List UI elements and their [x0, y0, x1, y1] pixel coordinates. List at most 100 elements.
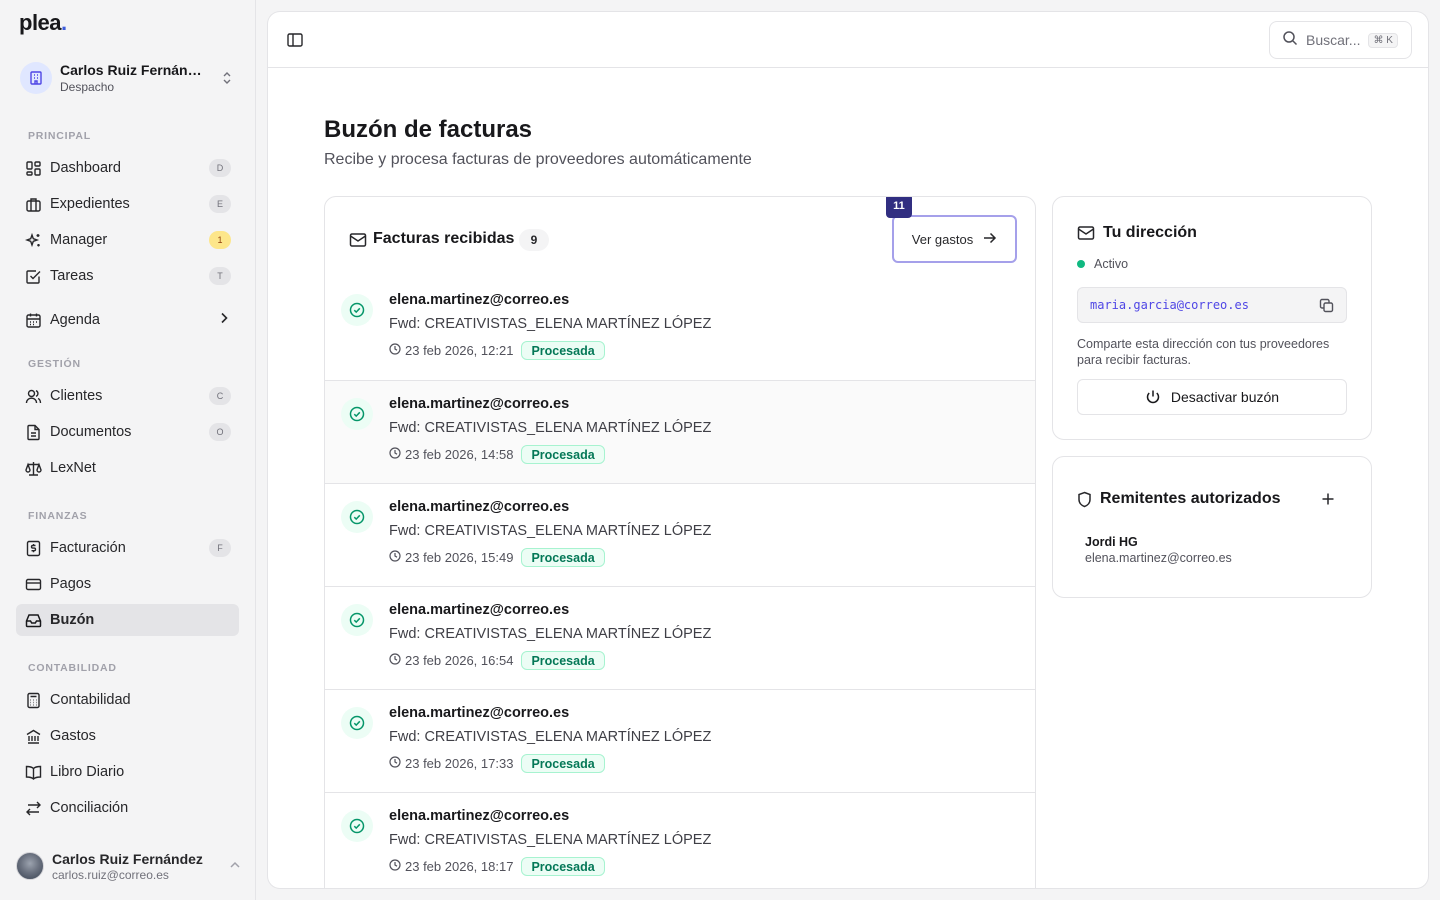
senders-title-text: Remitentes autorizados	[1100, 490, 1281, 507]
calendar-icon	[24, 311, 42, 329]
user-menu[interactable]: Carlos Ruiz Fernández carlos.ruiz@correo…	[16, 848, 241, 884]
deactivate-inbox-button[interactable]: Desactivar buzón	[1077, 379, 1347, 415]
invoice-meta: 23 feb 2026, 17:33 Procesada	[389, 754, 605, 773]
invoice-date: 23 feb 2026, 12:21	[405, 343, 514, 358]
add-sender-icon[interactable]	[1321, 492, 1335, 511]
brand-name: plea	[19, 10, 62, 35]
sender-item: Jordi HG elena.martinez@correo.es	[1085, 535, 1232, 565]
scale-icon	[24, 459, 42, 477]
invoice-subject: Fwd: CREATIVISTAS_ELENA MARTÍNEZ LÓPEZ	[389, 832, 712, 848]
sidebar-item-clientes[interactable]: Clientes C	[16, 380, 239, 412]
sidebar-item-manager[interactable]: Manager 1	[16, 224, 239, 256]
sidebar-item-label: Expedientes	[50, 196, 130, 212]
search-placeholder: Buscar...	[1306, 32, 1361, 48]
invoice-row[interactable]: elena.martinez@correo.es Fwd: CREATIVISTA…	[325, 483, 1035, 586]
inbox-address-field[interactable]: maria.garcia@correo.es	[1077, 287, 1347, 323]
sidebar-item-label: Contabilidad	[50, 692, 131, 708]
mail-icon	[1077, 226, 1095, 240]
invoice-sender: elena.martinez@correo.es	[389, 292, 570, 308]
calculator-icon	[24, 691, 42, 709]
ver-gastos-button[interactable]: Ver gastos	[892, 215, 1017, 263]
invoice-date: 23 feb 2026, 18:17	[405, 859, 514, 874]
sidebar-item-dashboard[interactable]: Dashboard D	[16, 152, 239, 184]
invoice-sender: elena.martinez@correo.es	[389, 808, 570, 824]
address-card: Tu dirección Activo maria.garcia@correo.…	[1052, 196, 1372, 440]
address-title: Tu dirección	[1077, 224, 1197, 242]
shield-icon	[1078, 491, 1091, 507]
check-circle-icon	[341, 501, 373, 533]
check-square-icon	[24, 267, 42, 285]
clock-icon	[389, 550, 401, 565]
user-email: carlos.ruiz@correo.es	[52, 867, 169, 882]
clock-icon	[389, 756, 401, 771]
invoice-row[interactable]: elena.martinez@correo.es Fwd: CREATIVISTA…	[325, 586, 1035, 689]
sidebar-item-label: Pagos	[50, 576, 92, 592]
status-badge: Procesada	[521, 341, 605, 360]
sidebar-item-tareas[interactable]: Tareas T	[16, 260, 239, 292]
search-shortcut: ⌘ K	[1368, 32, 1398, 48]
sidebar-item-label: Dashboard	[50, 160, 121, 176]
invoice-row[interactable]: elena.martinez@correo.es Fwd: CREATIVISTA…	[325, 380, 1035, 483]
step-badge: 11	[886, 197, 912, 218]
invoice-meta: 23 feb 2026, 14:58 Procesada	[389, 445, 605, 464]
check-circle-icon	[341, 707, 373, 739]
address-status-text: Activo	[1094, 257, 1129, 271]
invoice-row[interactable]: elena.martinez@correo.es Fwd: CREATIVISTA…	[325, 689, 1035, 792]
check-circle-icon	[341, 294, 373, 326]
clock-icon	[389, 343, 401, 358]
section-finanzas: FINANZAS	[28, 510, 88, 522]
sidebar-toggle-icon[interactable]	[286, 31, 304, 49]
layout-dashboard-icon	[24, 159, 42, 177]
check-circle-icon	[341, 398, 373, 430]
invoices-title: Facturas recibidas	[373, 230, 515, 247]
shortcut-badge: E	[209, 195, 231, 213]
sidebar-item-facturacion[interactable]: Facturación F	[16, 532, 239, 564]
invoice-subject: Fwd: CREATIVISTAS_ELENA MARTÍNEZ LÓPEZ	[389, 420, 712, 436]
search-input[interactable]: Buscar... ⌘ K	[1269, 21, 1412, 59]
org-role: Despacho	[60, 80, 115, 94]
credit-card-icon	[24, 575, 42, 593]
sidebar-item-label: LexNet	[50, 460, 96, 476]
address-help-text: Comparte esta dirección con tus proveedo…	[1077, 337, 1330, 367]
invoice-subject: Fwd: CREATIVISTAS_ELENA MARTÍNEZ LÓPEZ	[389, 626, 712, 642]
sidebar-item-expedientes[interactable]: Expedientes E	[16, 188, 239, 220]
inbox-icon	[24, 611, 42, 629]
sidebar-item-contabilidad[interactable]: Contabilidad	[16, 684, 239, 716]
avatar	[16, 852, 44, 880]
invoice-row[interactable]: elena.martinez@correo.es Fwd: CREATIVISTA…	[325, 792, 1035, 888]
sidebar-item-buzon[interactable]: Buzón	[16, 604, 239, 636]
users-icon	[24, 387, 42, 405]
invoice-row[interactable]: elena.martinez@correo.es Fwd: CREATIVISTA…	[325, 277, 1035, 380]
status-dot	[1077, 260, 1085, 268]
arrows-left-right-icon	[24, 799, 42, 817]
power-icon	[1146, 390, 1160, 404]
sidebar-item-conciliacion[interactable]: Conciliación	[16, 792, 239, 824]
sidebar-item-pagos[interactable]: Pagos	[16, 568, 239, 600]
invoice-sender: elena.martinez@correo.es	[389, 499, 570, 515]
sender-name: Jordi HG	[1085, 535, 1138, 549]
receipt-dollar-icon	[24, 539, 42, 557]
sparkles-icon	[24, 231, 42, 249]
sidebar-item-label: Documentos	[50, 424, 132, 440]
sidebar-item-agenda[interactable]: Agenda	[16, 304, 239, 336]
invoice-subject: Fwd: CREATIVISTAS_ELENA MARTÍNEZ LÓPEZ	[389, 523, 712, 539]
invoice-sender: elena.martinez@correo.es	[389, 705, 570, 721]
invoice-meta: 23 feb 2026, 18:17 Procesada	[389, 857, 605, 876]
section-gestion: GESTIÓN	[28, 358, 81, 370]
status-badge: Procesada	[521, 445, 605, 464]
sidebar-item-lexnet[interactable]: LexNet	[16, 452, 239, 484]
shortcut-badge: C	[209, 387, 231, 405]
sidebar-item-libro-diario[interactable]: Libro Diario	[16, 756, 239, 788]
arrow-right-icon	[983, 232, 997, 247]
sidebar-item-documentos[interactable]: Documentos O	[16, 416, 239, 448]
org-switcher[interactable]: Carlos Ruiz Fernández Despacho	[20, 60, 240, 96]
invoice-meta: 23 feb 2026, 15:49 Procesada	[389, 548, 605, 567]
brand-logo[interactable]: plea.	[19, 10, 67, 36]
file-text-icon	[24, 423, 42, 441]
org-name: Carlos Ruiz Fernández	[60, 62, 205, 78]
sidebar-item-gastos[interactable]: Gastos	[16, 720, 239, 752]
sender-email: elena.martinez@correo.es	[1085, 551, 1232, 565]
chevrons-up-down-icon	[220, 68, 234, 88]
copy-icon[interactable]	[1319, 298, 1334, 316]
brand-dot: .	[61, 10, 67, 35]
